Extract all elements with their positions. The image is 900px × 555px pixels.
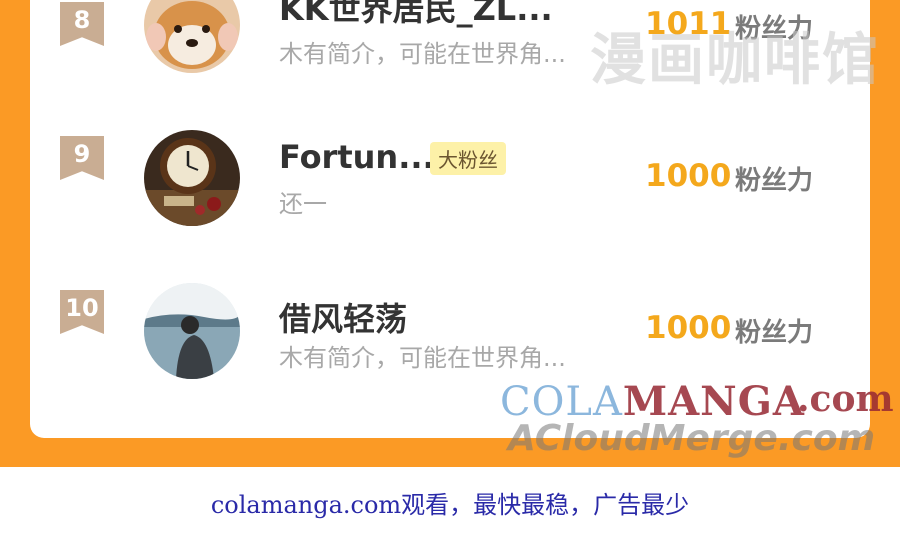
shiba-dog-avatar-icon [144,0,240,73]
seaside-person-avatar-icon [144,283,240,379]
rank-badge: 9 [60,136,104,180]
rank-badge: 10 [60,290,104,334]
rank-badge: 8 [60,2,104,46]
avatar[interactable] [144,283,240,379]
fan-power-unit: 粉丝力 [735,318,814,348]
big-fan-badge: 大粉丝 [430,142,506,175]
footer-text: colamanga.com观看，最快最稳，广告最少 [210,491,690,519]
user-bio: 还一 [279,190,327,218]
fan-power-unit: 粉丝力 [735,166,814,196]
user-name[interactable]: 借风轻荡 [279,294,407,340]
avatar[interactable] [144,130,240,226]
clock-avatar-icon [144,130,240,226]
user-bio: 木有简介，可能在世界角... [279,344,566,372]
avatar[interactable] [144,0,240,73]
fan-power-count: 1000 [645,310,732,346]
fan-power-count: 1000 [645,158,732,194]
list-item[interactable]: 10 借风轻荡 木有简介，可能在世界角... 1000 粉丝力 [30,264,870,384]
user-name[interactable]: KK世界居民_ZL... [279,0,553,30]
user-bio: 木有简介，可能在世界角... [279,40,566,68]
watermark-top: 漫画咖啡馆 [590,28,880,93]
list-item[interactable]: 9 Fortun... 大粉丝 还一 1000 粉丝力 [30,112,870,232]
user-name[interactable]: Fortun... [279,138,435,176]
watermark-acloudmerge: ACloudMerge.com [508,418,876,459]
watermark-com: .com [797,378,894,420]
